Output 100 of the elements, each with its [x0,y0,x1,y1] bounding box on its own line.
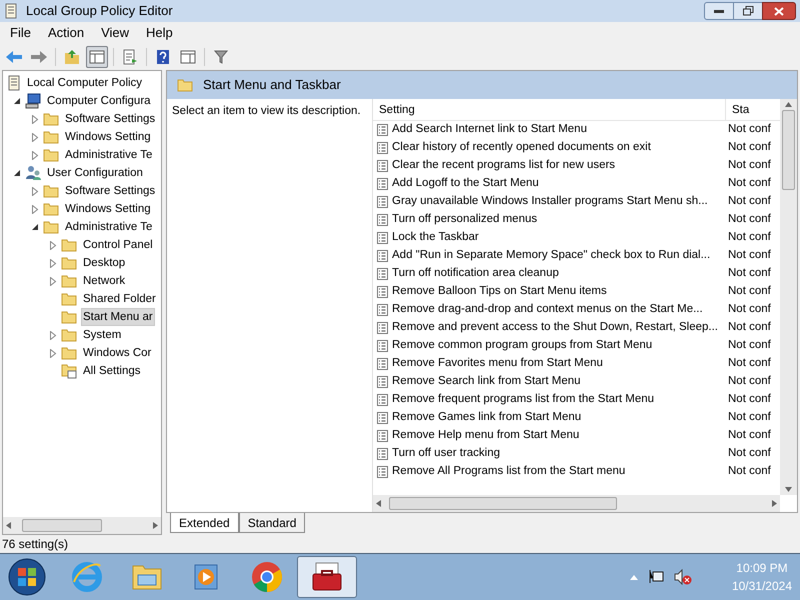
scroll-left-icon[interactable] [6,522,11,529]
setting-name[interactable]: Add "Run in Separate Memory Space" check box to Run dial... [392,247,710,265]
policy-setting-icon [377,286,388,298]
policy-setting-icon [377,358,388,370]
horizontal-scrollbar[interactable] [3,517,161,534]
expand-arrow-icon[interactable] [31,150,39,160]
tree-item[interactable]: All Settings [81,362,143,380]
horizontal-scrollbar[interactable] [373,495,780,512]
setting-state: Not conf [727,266,771,282]
show-hidden-icons-icon[interactable] [630,574,638,580]
tree-item[interactable]: Shared Folder [81,290,158,308]
scroll-right-icon[interactable] [772,500,777,507]
expand-arrow-icon[interactable] [49,258,57,268]
scroll-left-icon[interactable] [376,500,381,507]
setting-name[interactable]: Remove Balloon Tips on Start Menu items [392,283,607,301]
tree-item[interactable]: Control Panel [81,236,155,254]
setting-name[interactable]: Clear history of recently opened documents on exit [392,139,651,157]
scrollbar-thumb[interactable] [389,497,617,510]
expand-arrow-icon[interactable] [31,186,39,196]
tree-item[interactable]: System [81,326,124,344]
menu-item[interactable]: View [93,23,138,43]
expand-arrow-icon[interactable] [49,330,57,340]
expand-arrow-icon[interactable] [31,132,39,142]
setting-name[interactable]: Add Search Internet link to Start Menu [392,121,587,139]
setting-name[interactable]: Gray unavailable Windows Installer programs Start Menu sh... [392,193,708,211]
folder-icon [43,184,59,198]
start-orb-icon[interactable] [7,557,47,597]
tree-item[interactable]: Computer Configura [45,92,153,110]
setting-name[interactable]: Remove common program groups from Start Menu [392,337,652,355]
network-icon[interactable] [648,569,664,585]
scroll-down-icon[interactable] [785,487,792,492]
setting-name[interactable]: Turn off personalized menus [392,211,538,229]
setting-name[interactable]: Remove Help menu from Start Menu [392,427,580,445]
setting-name[interactable]: Add Logoff to the Start Menu [392,175,539,193]
setting-name[interactable]: Remove Favorites menu from Start Menu [392,355,603,373]
muted-speaker-icon[interactable] [674,569,692,585]
scroll-icon [7,75,21,91]
setting-name[interactable]: Remove Search link from Start Menu [392,373,581,391]
setting-name[interactable]: Remove drag-and-drop and context menus on the Start Me... [392,301,703,319]
tree-item[interactable]: Local Computer Policy [25,74,144,92]
tree-item[interactable]: Administrative Te [63,146,154,164]
tree-item[interactable]: Start Menu ar [81,308,155,326]
setting-name[interactable]: Remove and prevent access to the Shut Down, Restart, Sleep... [392,319,718,337]
vertical-scrollbar[interactable] [780,99,797,495]
policy-setting-icon [377,448,388,460]
tree-item[interactable]: Windows Setting [63,128,153,146]
tab[interactable]: Standard [238,513,306,533]
tree-item[interactable]: User Configuration [45,164,145,182]
tree-item[interactable]: Network [81,272,128,290]
computer-icon [25,93,41,109]
action-pane-icon [180,50,196,64]
expand-arrow-icon[interactable] [49,276,57,286]
collapse-arrow-icon[interactable] [13,169,21,177]
folder-icon [61,292,77,306]
setting-state: Not conf [727,158,771,174]
expand-arrow-icon[interactable] [31,114,39,124]
expand-arrow-icon[interactable] [31,204,39,214]
maximize-button[interactable] [734,2,762,20]
chrome-icon [250,560,284,594]
close-button[interactable] [762,2,796,20]
setting-state: Not conf [727,446,771,462]
menu-item[interactable]: Action [40,23,92,43]
taskbar-button[interactable] [297,556,357,598]
collapse-arrow-icon[interactable] [31,223,39,231]
minimize-button[interactable] [704,2,734,20]
policy-setting-icon [377,160,388,172]
setting-name[interactable]: Turn off user tracking [392,445,500,463]
setting-state: Not conf [727,302,771,318]
browser-e-icon [70,560,104,594]
description-text: Select an item to view its description. [172,104,362,119]
tree-item[interactable]: Windows Cor [81,344,154,362]
column-header[interactable]: Setting [373,99,726,120]
scrollbar-thumb[interactable] [22,519,102,532]
menu-item[interactable]: File [2,23,39,43]
section-title: Start Menu and Taskbar [203,76,341,94]
tree-item[interactable]: Desktop [81,254,128,272]
menu-item[interactable]: Help [138,23,181,43]
expand-arrow-icon[interactable] [49,348,57,358]
scroll-right-icon[interactable] [153,522,158,529]
scrollbar-thumb[interactable] [782,110,795,190]
back-arrow-icon [5,50,23,64]
tree-item[interactable]: Administrative Te [63,218,154,236]
collapse-arrow-icon[interactable] [13,97,21,105]
folder-icon [43,130,59,144]
tab[interactable]: Extended [170,513,239,533]
setting-name[interactable]: Clear the recent programs list for new users [392,157,616,175]
expand-arrow-icon[interactable] [49,240,57,250]
scroll-up-icon[interactable] [785,102,792,107]
setting-name[interactable]: Lock the Taskbar [392,229,479,247]
setting-state: Not conf [727,392,771,408]
setting-name[interactable]: Turn off notification area cleanup [392,265,559,283]
policy-setting-icon [377,376,388,388]
toolbar-button[interactable] [86,46,108,68]
setting-name[interactable]: Remove frequent programs list from the Start Menu [392,391,654,409]
tree-item[interactable]: Windows Setting [63,200,153,218]
setting-name[interactable]: Remove All Programs list from the Start menu [392,463,626,481]
setting-name[interactable]: Remove Games link from Start Menu [392,409,582,427]
tree-item[interactable]: Software Settings [63,182,158,200]
tree-item[interactable]: Software Settings [63,110,158,128]
column-header[interactable]: Sta [726,99,756,120]
